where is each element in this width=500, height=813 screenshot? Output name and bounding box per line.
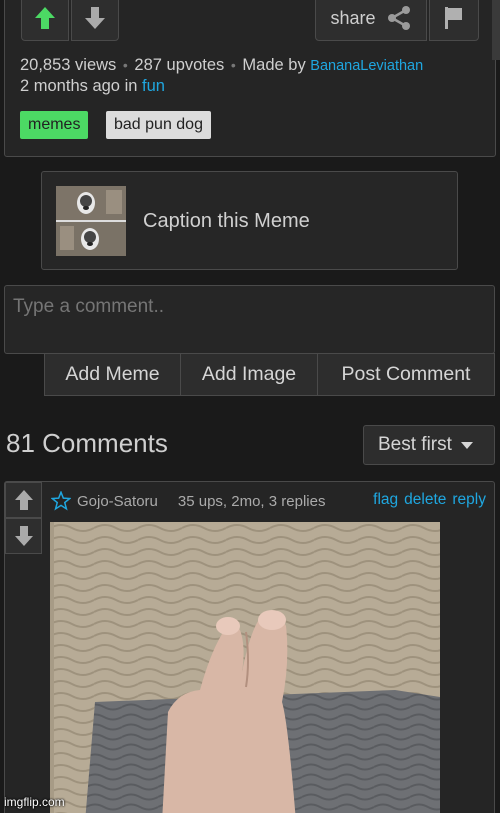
comment-photo [50, 522, 440, 813]
imgflip-watermark: imgflip.com [4, 795, 65, 809]
flag-link[interactable]: flag [373, 491, 398, 509]
comment-item: Gojo-Satoru 35 ups, 2mo, 3 replies flag … [4, 481, 495, 813]
arrow-up-icon [14, 490, 33, 510]
post-comment-button[interactable]: Post Comment [318, 353, 495, 396]
post-stats: 20,853 views • 287 upvotes • Made by Ban… [20, 56, 423, 75]
share-icon [387, 6, 410, 30]
separator-dot: • [122, 57, 128, 73]
tag-memes[interactable]: memes [20, 111, 89, 139]
caption-label: Caption this Meme [143, 210, 310, 232]
comment-meta: 35 ups, 2mo, 3 replies [177, 492, 326, 510]
post-info-panel: share 20,853 views • 287 upvotes • Made … [4, 0, 496, 157]
share-button[interactable]: share [315, 0, 427, 41]
comment-downvote-button[interactable] [5, 518, 42, 554]
comment-header: Gojo-Satoru 35 ups, 2mo, 3 replies [51, 490, 325, 512]
meme-thumbnail [56, 186, 126, 256]
caption-this-meme-button[interactable]: Caption this Meme [41, 171, 458, 270]
time-label: 2 months ago in [20, 77, 138, 95]
comment-author[interactable]: Gojo-Satoru [77, 493, 158, 510]
sort-value: Best first [378, 434, 452, 455]
arrow-down-icon [14, 526, 33, 546]
comments-count: 81 Comments [6, 428, 168, 458]
upvotes-count: 287 upvotes [134, 56, 225, 74]
flag-button[interactable] [429, 0, 479, 41]
comment-input[interactable] [4, 285, 495, 354]
arrow-down-icon [85, 7, 105, 29]
downvote-button[interactable] [71, 0, 119, 41]
add-meme-button[interactable]: Add Meme [44, 353, 181, 396]
share-label: share [330, 7, 376, 28]
flag-icon [445, 7, 462, 29]
comment-upvote-button[interactable] [5, 482, 42, 518]
stream-link[interactable]: fun [142, 77, 165, 95]
comment-action-links: flag delete reply [373, 491, 486, 509]
arrow-up-icon [35, 7, 55, 29]
sort-dropdown[interactable]: Best first [363, 425, 495, 465]
reply-link[interactable]: reply [452, 491, 486, 509]
views-count: 20,853 views [20, 56, 117, 74]
author-link[interactable]: BananaLeviathan [310, 58, 423, 74]
comment-image [50, 522, 440, 813]
caret-down-icon [460, 442, 473, 449]
scrollbar[interactable] [492, 0, 500, 60]
star-icon [51, 491, 71, 511]
made-by-label: Made by [242, 56, 306, 74]
post-page: share 20,853 views • 287 upvotes • Made … [0, 0, 500, 813]
tag-bad-pun-dog[interactable]: bad pun dog [106, 111, 211, 139]
add-image-button[interactable]: Add Image [181, 353, 318, 396]
post-time: 2 months ago in fun [20, 77, 165, 96]
separator-dot: • [230, 57, 236, 73]
delete-link[interactable]: delete [404, 491, 446, 509]
comment-actions: Add Meme Add Image Post Comment [44, 353, 495, 396]
upvote-button[interactable] [21, 0, 69, 41]
